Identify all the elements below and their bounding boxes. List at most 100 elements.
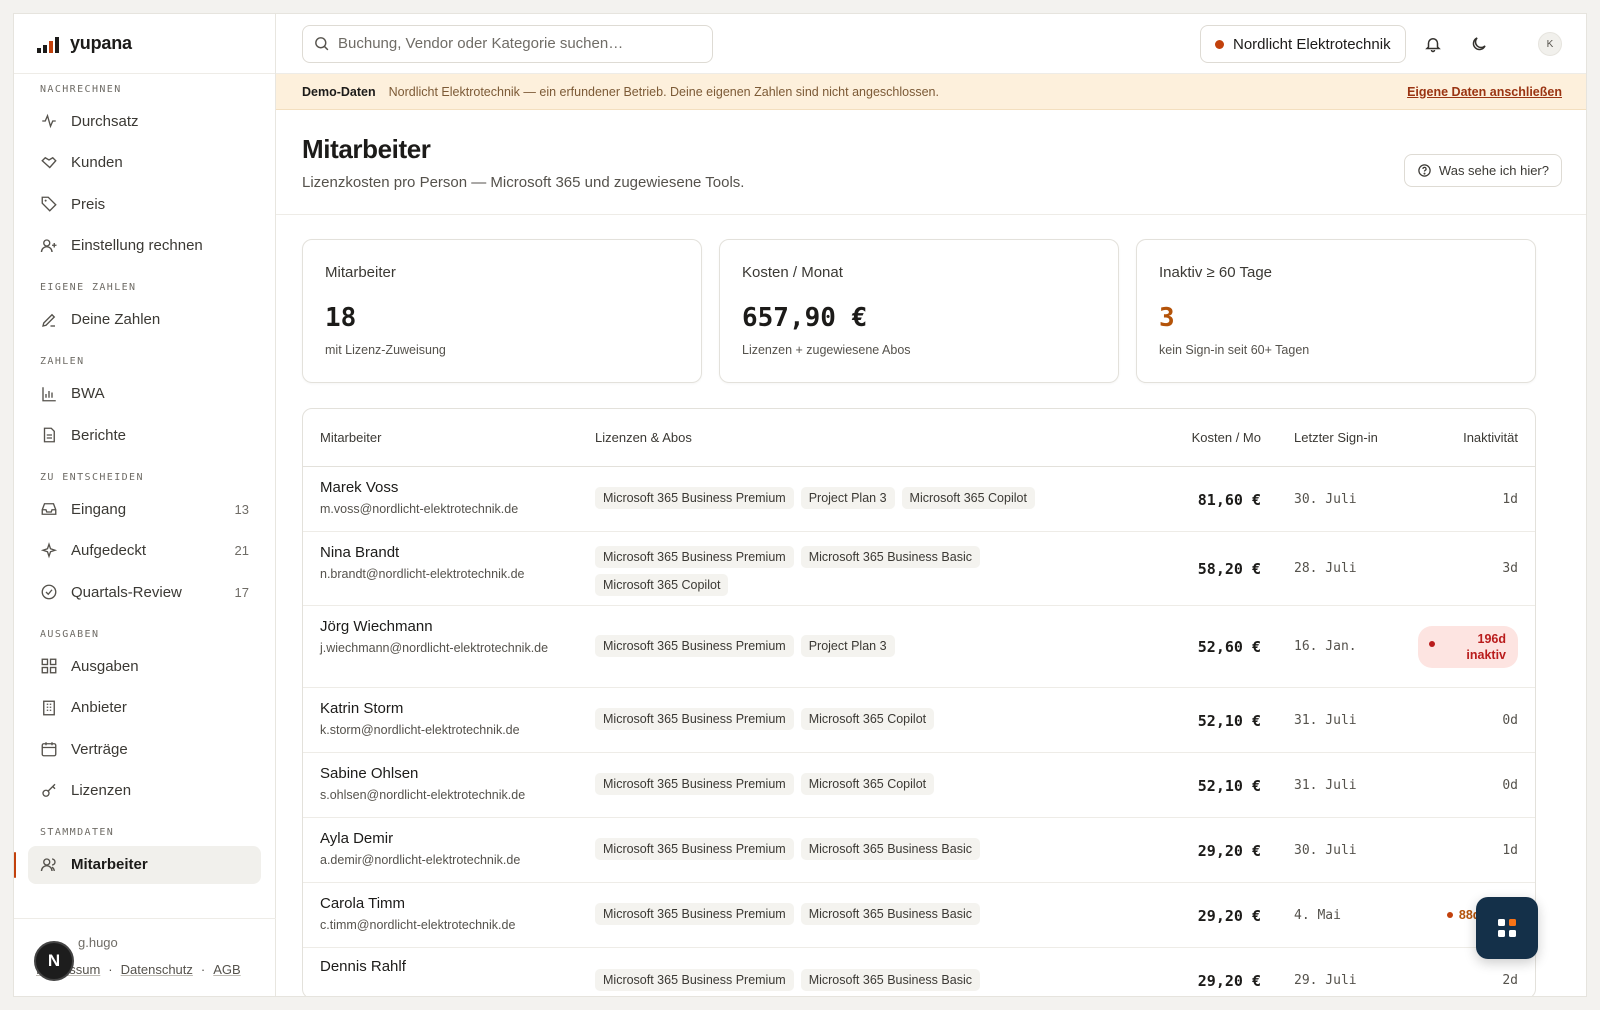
license-chips: Microsoft 365 Business Premium Microsoft … (595, 838, 1095, 860)
apps-fab[interactable] (1476, 897, 1538, 959)
demo-banner: Demo-Daten Nordlicht Elektrotechnik — ei… (276, 74, 1586, 110)
employee-table: Mitarbeiter Lizenzen & Abos Kosten / Mo … (302, 408, 1536, 996)
search-input[interactable] (338, 35, 698, 52)
employee-name: Dennis Rahlf (320, 958, 406, 975)
banner-message: Nordlicht Elektrotechnik — ein erfundene… (388, 84, 939, 99)
activity-icon (40, 112, 58, 130)
section-label: AUSGABEN (40, 628, 100, 640)
sidebar-item-deine-zahlen[interactable]: Deine Zahlen (28, 301, 261, 339)
sidebar-item-label: Ausgaben (71, 657, 139, 675)
employee-email: c.timm@nordlicht-elektrotechnik.de (320, 918, 516, 932)
table-row[interactable]: Nina Brandt n.brandt@nordlicht-elektrotec… (303, 532, 1535, 606)
inactivity-cell: 1d (1502, 842, 1518, 858)
link-separator: · (108, 962, 113, 977)
table-row[interactable]: Katrin Storm k.storm@nordlicht-elektrotec… (303, 688, 1535, 753)
sidebar-item-einstellung-rechnen[interactable]: Einstellung rechnen (28, 227, 261, 265)
help-button[interactable]: Was sehe ich hier? (1403, 154, 1562, 187)
company-switcher[interactable]: Nordlicht Elektrotechnik (1200, 25, 1406, 63)
employee-name: Katrin Storm (320, 700, 404, 717)
employee-cell: Carola Timm c.timm@nordlicht-elektrotechn… (320, 895, 570, 933)
card-label: Mitarbeiter (325, 264, 396, 281)
license-chips: Microsoft 365 Business Premium Microsoft … (595, 708, 1095, 730)
brand-name: yupana (70, 33, 132, 53)
sidebar-item-preis[interactable]: Preis (28, 185, 261, 223)
header-signin[interactable]: Letzter Sign-in (1294, 429, 1384, 446)
sidebar-item-label: Quartals-Review (71, 583, 182, 601)
header-name[interactable]: Mitarbeiter (320, 430, 381, 445)
cost-cell: 52,60 € (1197, 638, 1261, 656)
status-dot (1215, 39, 1224, 49)
license-chip: Microsoft 365 Business Basic (800, 546, 980, 568)
sidebar-item-aufgedeckt[interactable]: Aufgedeckt 21 (28, 532, 261, 570)
pencil-icon (40, 311, 58, 329)
license-chip: Microsoft 365 Business Basic (800, 838, 980, 860)
sidebar-item-lizenzen[interactable]: Lizenzen (28, 772, 261, 810)
card-value: 18 (325, 303, 357, 333)
license-chips: Microsoft 365 Business Premium Project Pl… (595, 487, 1095, 509)
employee-email: s.ohlsen@nordlicht-elektrotechnik.de (320, 788, 526, 802)
kpi-card-employees: Mitarbeiter 18 mit Lizenz-Zuweisung (302, 239, 702, 383)
header-inactivity[interactable]: Inaktivität (1463, 430, 1518, 445)
app-window: yupana NACHRECHNEN Durchsatz Kunden Preis Ei… (13, 13, 1587, 997)
moon-icon[interactable] (1468, 33, 1490, 55)
signin-cell: 30. Juli (1294, 842, 1357, 858)
sidebar-item-eingang[interactable]: Eingang 13 (28, 490, 261, 528)
search-icon (315, 37, 329, 51)
page-header: Mitarbeiter Lizenzkosten pro Person — Mi… (276, 110, 1586, 215)
key-icon (40, 782, 58, 800)
sidebar-item-mitarbeiter[interactable]: Mitarbeiter (14, 845, 261, 884)
license-chips: Microsoft 365 Business Premium Project Pl… (595, 634, 1095, 657)
sidebar-item-anbieter[interactable]: Anbieter (28, 689, 261, 727)
sidebar-item-label: Durchsatz (71, 112, 139, 130)
page-title: Mitarbeiter (302, 134, 431, 164)
table-row[interactable]: Dennis Rahlf Microsoft 365 Business Premi… (303, 948, 1535, 996)
cost-cell: 29,20 € (1197, 841, 1261, 860)
license-chip: Microsoft 365 Business Premium (595, 708, 794, 730)
help-circle-icon (1417, 163, 1432, 178)
inactivity-cell: 1d (1502, 491, 1518, 507)
card-label: Inaktiv ≥ 60 Tage (1159, 264, 1273, 281)
license-chip: Microsoft 365 Business Premium (595, 903, 794, 925)
kpi-card-inactive: Inaktiv ≥ 60 Tage 3 kein Sign-in seit 60… (1136, 239, 1536, 383)
table-row[interactable]: Carola Timm c.timm@nordlicht-elektrotechn… (303, 883, 1535, 948)
table-row[interactable]: Jörg Wiechmann j.wiechmann@nordlicht-elek… (303, 606, 1535, 688)
sidebar-item-quartals-review[interactable]: Quartals-Review 17 (28, 573, 261, 611)
agb-link[interactable]: AGB (213, 962, 240, 977)
section-label: ZAHLEN (40, 356, 85, 367)
header-licenses[interactable]: Lizenzen & Abos (595, 430, 692, 445)
brand[interactable]: yupana (14, 14, 275, 74)
company-name: Nordlicht Elektrotechnik (1233, 35, 1391, 53)
sidebar-item-verträge[interactable]: Verträge (28, 730, 261, 768)
employee-email: a.demir@nordlicht-elektrotechnik.de (320, 853, 521, 867)
sidebar-nav: NACHRECHNEN Durchsatz Kunden Preis Einstellu… (14, 74, 275, 884)
employee-name: Nina Brandt (320, 544, 400, 561)
sidebar-item-label: Aufgedeckt (71, 542, 147, 559)
users-icon (40, 856, 58, 874)
sidebar-item-bwa[interactable]: BWA (28, 375, 261, 413)
table-row[interactable]: Sabine Ohlsen s.ohlsen@nordlicht-elektrot… (303, 753, 1535, 818)
sidebar-item-label: Deine Zahlen (71, 311, 161, 328)
sidebar-item-kunden[interactable]: Kunden (28, 144, 261, 182)
sidebar: yupana NACHRECHNEN Durchsatz Kunden Preis Ei… (14, 14, 276, 996)
datenschutz-link[interactable]: Datenschutz (121, 962, 193, 977)
table-row[interactable]: Marek Voss m.voss@nordlicht-elektrotechni… (303, 467, 1535, 532)
sidebar-item-label: Verträge (71, 740, 128, 758)
dev-badge[interactable]: N (34, 941, 74, 981)
handshake-icon (40, 154, 58, 172)
header-cost[interactable]: Kosten / Mo (1192, 430, 1261, 445)
bell-icon[interactable] (1422, 33, 1444, 55)
sparkle-icon (40, 541, 58, 560)
sidebar-item-label: Eingang (71, 500, 127, 518)
connect-data-link[interactable]: Eigene Daten anschließen (1407, 85, 1562, 99)
search-box[interactable] (302, 24, 713, 63)
employee-email: n.brandt@nordlicht-elektrotechnik.de (320, 567, 525, 581)
sidebar-item-berichte[interactable]: Berichte (28, 416, 261, 454)
signin-cell: 29. Juli (1294, 973, 1357, 988)
sidebar-item-ausgaben[interactable]: Ausgaben (28, 647, 261, 685)
kpi-card-cost: Kosten / Monat 657,90 € Lizenzen + zugew… (719, 239, 1119, 383)
sidebar-item-durchsatz[interactable]: Durchsatz (28, 102, 261, 140)
table-row[interactable]: Ayla Demir a.demir@nordlicht-elektrotechn… (303, 818, 1535, 883)
avatar[interactable]: K (1538, 32, 1562, 56)
license-chip: Microsoft 365 Business Premium (595, 634, 794, 657)
card-label: Kosten / Monat (742, 264, 843, 281)
